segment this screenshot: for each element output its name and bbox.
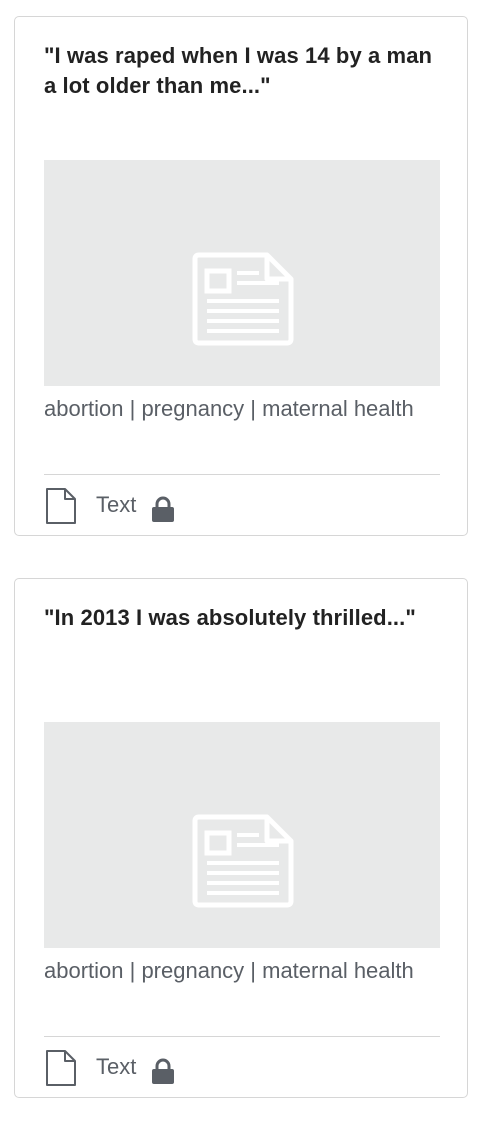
story-card[interactable]: "I was raped when I was 14 by a man a lo… (14, 16, 468, 536)
card-title[interactable]: "In 2013 I was absolutely thrilled..." (44, 603, 440, 633)
lock-icon (152, 1058, 174, 1084)
content-type-label: Text (96, 492, 137, 517)
card-tags: abortion | pregnancy | maternal health (44, 396, 414, 421)
card-tags: abortion | pregnancy | maternal health (44, 958, 414, 983)
card-footer: Text (44, 487, 440, 525)
card-thumbnail[interactable] (44, 722, 440, 948)
document-placeholder-icon (192, 814, 294, 908)
card-divider (44, 1036, 440, 1037)
card-thumbnail[interactable] (44, 160, 440, 386)
card-footer: Text (44, 1049, 440, 1087)
card-divider (44, 474, 440, 475)
document-icon (46, 488, 76, 524)
document-placeholder-icon (192, 252, 294, 346)
card-title[interactable]: "I was raped when I was 14 by a man a lo… (44, 41, 440, 101)
lock-icon (152, 496, 174, 522)
document-icon (46, 1050, 76, 1086)
story-card[interactable]: "In 2013 I was absolutely thrilled..." a… (14, 578, 468, 1098)
content-type-label: Text (96, 1054, 137, 1079)
